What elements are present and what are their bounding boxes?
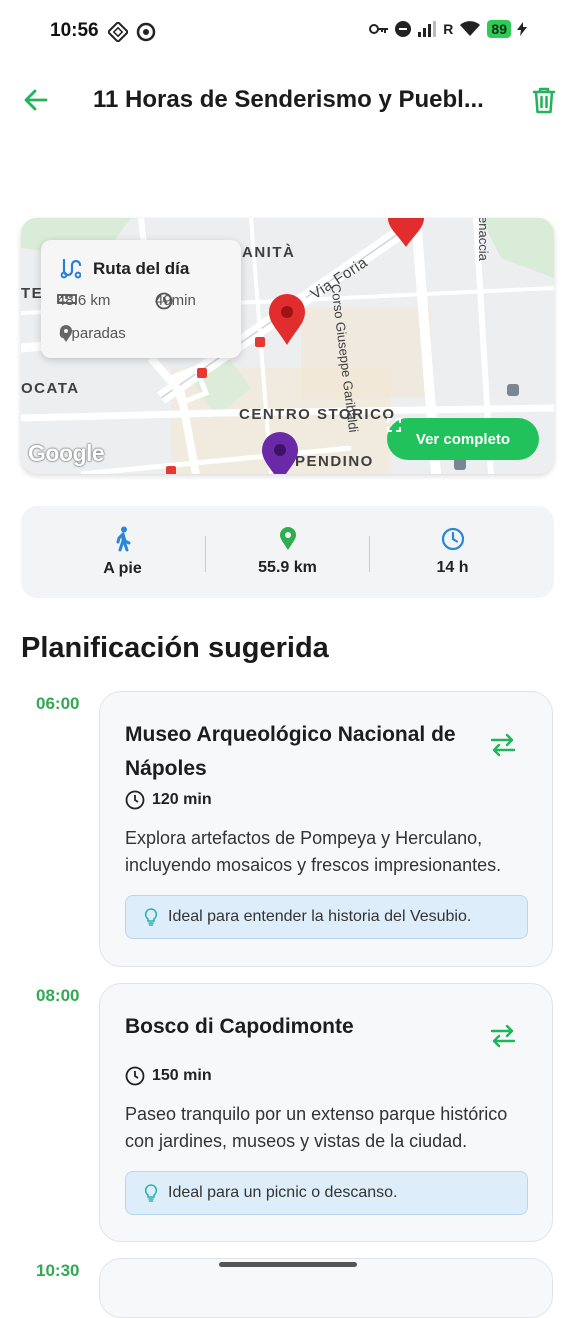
stat-time: 14 h <box>364 506 541 598</box>
plan-card-title: Bosco di Capodimonte <box>125 1015 354 1038</box>
status-system-icons: R 89 <box>369 20 527 38</box>
view-full-map-button[interactable]: Ver completo <box>387 418 539 460</box>
page-title: 11 Horas de Senderismo y Puebl... <box>93 86 484 113</box>
vpn-key-icon <box>369 24 389 34</box>
ruler-icon <box>57 294 77 304</box>
plan-card[interactable]: Museo Arqueológico Nacional de Nápoles 1… <box>99 691 553 967</box>
expand-icon <box>387 418 401 432</box>
swap-icon[interactable] <box>488 1021 518 1051</box>
plan-card-title: Museo Arqueológico Nacional de Nápoles <box>125 723 456 780</box>
section-title: Planificación sugerida <box>21 632 329 664</box>
stat-distance: 55.9 km <box>199 506 376 598</box>
plan-card[interactable]: Bosco di Capodimonte 150 min Paseo tranq… <box>99 983 553 1242</box>
view-full-map-label: Ver completo <box>415 430 511 448</box>
plan-card-duration: 120 min <box>125 790 212 810</box>
plan-card-duration: 150 min <box>125 1066 212 1086</box>
plan-time: 06:00 <box>36 694 80 713</box>
route-distance: 48.6 km <box>57 292 110 309</box>
map-label-pendino: PENDINO <box>295 453 374 470</box>
map-pin-red-top-icon[interactable] <box>387 218 425 248</box>
location-pin-icon <box>60 325 72 342</box>
charging-icon <box>517 22 527 36</box>
plan-time: 08:00 <box>36 986 80 1005</box>
stat-distance-label: 55.9 km <box>258 559 317 576</box>
roaming-indicator: R <box>443 21 454 37</box>
battery-level: 89 <box>487 20 511 38</box>
map-label-ocata: OCATA <box>21 380 80 397</box>
trash-icon <box>532 87 556 114</box>
map-pin-purple-icon[interactable] <box>261 432 299 474</box>
route-stops: 6 paradas <box>59 325 126 342</box>
delete-button[interactable] <box>528 84 560 116</box>
stat-mode: A pie <box>34 506 211 598</box>
app-notification-icon <box>108 22 128 42</box>
clock-icon <box>155 292 173 310</box>
do-not-disturb-icon <box>395 21 412 37</box>
signal-icon <box>418 21 437 37</box>
plan-card-tip: Ideal para un picnic o descanso. <box>125 1171 528 1215</box>
map-pin-red-icon[interactable] <box>268 294 306 346</box>
stat-mode-label: A pie <box>103 560 142 577</box>
clock-icon <box>125 790 145 810</box>
status-time: 10:56 <box>50 20 99 41</box>
plan-card[interactable] <box>99 1258 553 1318</box>
trip-stats: A pie 55.9 km 14 h <box>21 506 554 598</box>
swap-icon[interactable] <box>488 730 518 760</box>
map-label-anita: ANITÀ <box>242 244 296 261</box>
plan-card-tip-text: Ideal para un picnic o descanso. <box>168 1184 398 1201</box>
route-duration: 49min <box>155 292 196 310</box>
plan-card-tip-text: Ideal para entender la historia del Vesu… <box>168 908 472 925</box>
wifi-icon <box>460 21 481 36</box>
google-logo: Google <box>28 440 105 466</box>
clock-icon <box>125 1066 145 1086</box>
plan-card-description: Paseo tranquilo por un extenso parque hi… <box>125 1104 508 1151</box>
plan-card-tip: Ideal para entender la historia del Vesu… <box>125 895 528 939</box>
route-summary-card: Ruta del día 48.6 km 49min 6 paradas <box>41 240 241 358</box>
clock-icon <box>441 527 464 551</box>
status-notification-icons <box>108 22 156 42</box>
lightbulb-icon <box>144 908 158 926</box>
plan-card-duration-value: 120 min <box>152 791 212 808</box>
map-label-te: TE <box>21 285 44 302</box>
plan-card-duration-value: 150 min <box>152 1067 212 1084</box>
plan-time: 10:30 <box>36 1261 80 1280</box>
arrow-left-icon <box>24 89 48 111</box>
walking-icon <box>116 526 130 552</box>
route-icon <box>60 258 81 279</box>
home-indicator[interactable] <box>219 1262 357 1267</box>
route-title: Ruta del día <box>93 259 190 278</box>
back-button[interactable] <box>20 84 52 116</box>
route-map[interactable]: ANITÀ Via Foria Corso Giuseppe Garibaldi… <box>21 218 554 474</box>
lightbulb-icon <box>144 1184 158 1202</box>
plan-card-description: Explora artefactos de Pompeya y Herculan… <box>125 828 502 875</box>
stat-time-label: 14 h <box>436 559 469 576</box>
sync-notification-icon <box>136 22 156 42</box>
map-label-centro-storico: CENTRO STORICO <box>239 406 396 423</box>
location-pin-icon <box>279 527 296 550</box>
map-label-enaccia: enaccia <box>476 218 491 261</box>
